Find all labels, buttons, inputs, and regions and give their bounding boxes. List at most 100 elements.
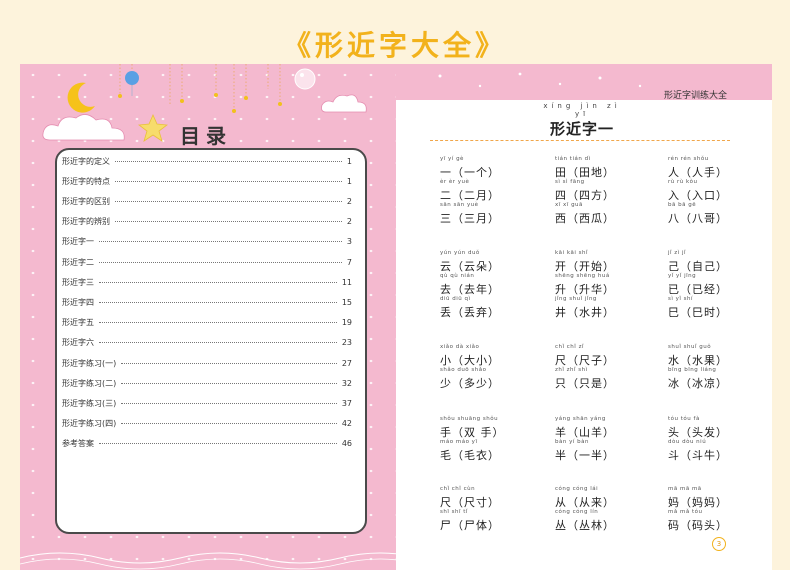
word-entry: máo máo yī 毛（毛衣） xyxy=(440,439,530,463)
toc-item: 形近字四 15 xyxy=(62,294,352,310)
entry-hanzi: 少（多少） xyxy=(440,377,500,390)
toc-leader xyxy=(121,402,337,404)
entry-pinyin: bā bā gē xyxy=(668,202,697,208)
toc-item-page: 32 xyxy=(341,378,352,388)
word-entry: bā bā gē 八（八哥） xyxy=(668,202,758,226)
entry-pinyin: dòu dòu niú xyxy=(668,439,707,445)
word-entry: bàn yí bàn 半（一半） xyxy=(555,439,645,463)
word-entry: yáng shān yáng 羊（山羊） xyxy=(555,416,645,440)
word-entry: cóng cóng lín 丛（丛林） xyxy=(555,509,645,533)
word-entry: tóu tóu fà 头（头发） xyxy=(668,416,758,440)
toc-item: 形近字的辨别 2 xyxy=(62,214,352,230)
entry-hanzi: 四（四方） xyxy=(555,189,615,202)
entry-hanzi: 入（入口） xyxy=(668,189,728,202)
word-entry: shǒu shuāng shǒu 手（双 手） xyxy=(440,416,530,440)
toc-item-label: 形近字五 xyxy=(62,318,94,328)
toc-item-label: 形近字练习(二) xyxy=(62,378,117,388)
entry-hanzi: 八（八哥） xyxy=(668,212,728,225)
toc-item: 形近字二 7 xyxy=(62,254,352,270)
entry-pinyin: shēng shēng huá xyxy=(555,273,610,279)
entry-pinyin: rén rén shǒu xyxy=(668,156,709,162)
word-entry: jǐng shuǐ jǐng 井（水井） xyxy=(555,296,645,320)
toc-item: 形近字练习(一) 27 xyxy=(62,355,352,371)
toc-item-page: 15 xyxy=(341,297,352,307)
entry-hanzi: 田（田地） xyxy=(555,166,615,179)
entry-hanzi: 巳（巳时） xyxy=(668,306,728,319)
toc-item-page: 37 xyxy=(341,398,352,408)
entry-pinyin: xī xī guā xyxy=(555,202,583,208)
toc-item: 参考答案 46 xyxy=(62,436,352,452)
toc-leader xyxy=(115,180,342,182)
entry-hanzi: 只（只是） xyxy=(555,377,615,390)
entry-hanzi: 尺（尺子） xyxy=(555,354,615,367)
word-entry: sān sān yuè 三（三月） xyxy=(440,202,530,226)
entry-pinyin: kāi kāi shǐ xyxy=(555,250,589,256)
entry-pinyin: chǐ chǐ cùn xyxy=(440,486,476,492)
entry-pinyin: xiǎo dà xiǎo xyxy=(440,344,480,350)
cloud-left-icon xyxy=(42,114,125,141)
section-pinyin: xíng jìn zì yī xyxy=(543,102,621,118)
entry-pinyin: mā mā mā xyxy=(668,486,702,492)
entry-hanzi: 羊（山羊） xyxy=(555,426,615,439)
toc-item-page: 23 xyxy=(341,338,352,348)
word-entry: yī yí gè 一（一个） xyxy=(440,156,530,180)
entry-pinyin: tián tián dì xyxy=(555,156,591,162)
section-divider xyxy=(430,140,730,141)
toc-item: 形近字的特点 1 xyxy=(62,173,352,189)
toc-item-page: 2 xyxy=(346,217,352,227)
toc-item-label: 形近字的特点 xyxy=(62,176,110,186)
toc-item-page: 11 xyxy=(341,277,352,287)
entry-hanzi: 二（二月） xyxy=(440,189,500,202)
toc-item-label: 形近字的定义 xyxy=(62,156,110,166)
toc-leader xyxy=(99,281,337,283)
entry-hanzi: 水（水果） xyxy=(668,354,728,367)
toc-item: 形近字的定义 1 xyxy=(62,153,352,169)
toc-leader xyxy=(99,241,342,243)
toc-item-page: 7 xyxy=(346,257,352,267)
entry-hanzi: 升（升华） xyxy=(555,283,615,296)
entry-hanzi: 斗（斗牛） xyxy=(668,449,728,462)
word-entry: kāi kāi shǐ 开（开始） xyxy=(555,250,645,274)
word-entry: shuǐ shuǐ guǒ 水（水果） xyxy=(668,344,758,368)
entry-pinyin: tóu tóu fà xyxy=(668,416,700,422)
entry-pinyin: cóng cóng lái xyxy=(555,486,599,492)
toc-leader xyxy=(115,200,342,202)
entry-pinyin: rù rù kǒu xyxy=(668,179,698,185)
entry-hanzi: 半（一半） xyxy=(555,449,615,462)
entry-pinyin: mǎ mǎ tóu xyxy=(668,509,703,515)
running-head: 形近字训练大全 xyxy=(664,91,728,101)
entry-hanzi: 三（三月） xyxy=(440,212,500,225)
toc-item-label: 形近字二 xyxy=(62,257,94,267)
toc-leader xyxy=(121,362,337,364)
word-entry: bīng bīng liáng 冰（冰凉） xyxy=(668,367,758,391)
entry-hanzi: 去（去年） xyxy=(440,283,500,296)
toc-leader xyxy=(99,443,337,445)
entry-pinyin: sān sān yuè xyxy=(440,202,479,208)
entry-pinyin: yī yí gè xyxy=(440,156,464,162)
entry-pinyin: bīng bīng liáng xyxy=(668,367,717,373)
word-entry: rù rù kǒu 入（入口） xyxy=(668,179,758,203)
entry-hanzi: 己（自己） xyxy=(668,260,728,273)
entry-hanzi: 毛（毛衣） xyxy=(440,449,500,462)
entry-pinyin: jǐng shuǐ jǐng xyxy=(555,296,597,302)
toc-leader xyxy=(99,261,342,263)
word-entry: èr èr yuè 二（二月） xyxy=(440,179,530,203)
star-icon xyxy=(138,114,168,142)
entry-hanzi: 云（云朵） xyxy=(440,260,500,273)
word-entry: jǐ zì jǐ 己（自己） xyxy=(668,250,758,274)
entry-hanzi: 人（人手） xyxy=(668,166,728,179)
word-entry: shī shī tǐ 尸（尸体） xyxy=(440,509,530,533)
word-entry: sì sì fāng 四（四方） xyxy=(555,179,645,203)
word-entry: qù qù nián 去（去年） xyxy=(440,273,530,297)
entry-hanzi: 小（大小） xyxy=(440,354,500,367)
toc-item-label: 形近字练习(四) xyxy=(62,419,117,429)
entry-hanzi: 一（一个） xyxy=(440,166,500,179)
word-entry: cóng cóng lái 从（从来） xyxy=(555,486,645,510)
entry-pinyin: cóng cóng lín xyxy=(555,509,599,515)
entry-pinyin: zhǐ zhǐ shì xyxy=(555,367,588,373)
toc-item: 形近字六 23 xyxy=(62,335,352,351)
toc-item-label: 形近字四 xyxy=(62,297,94,307)
toc-leader xyxy=(115,160,342,162)
toc-item-page: 19 xyxy=(341,318,352,328)
word-entry: zhǐ zhǐ shì 只（只是） xyxy=(555,367,645,391)
